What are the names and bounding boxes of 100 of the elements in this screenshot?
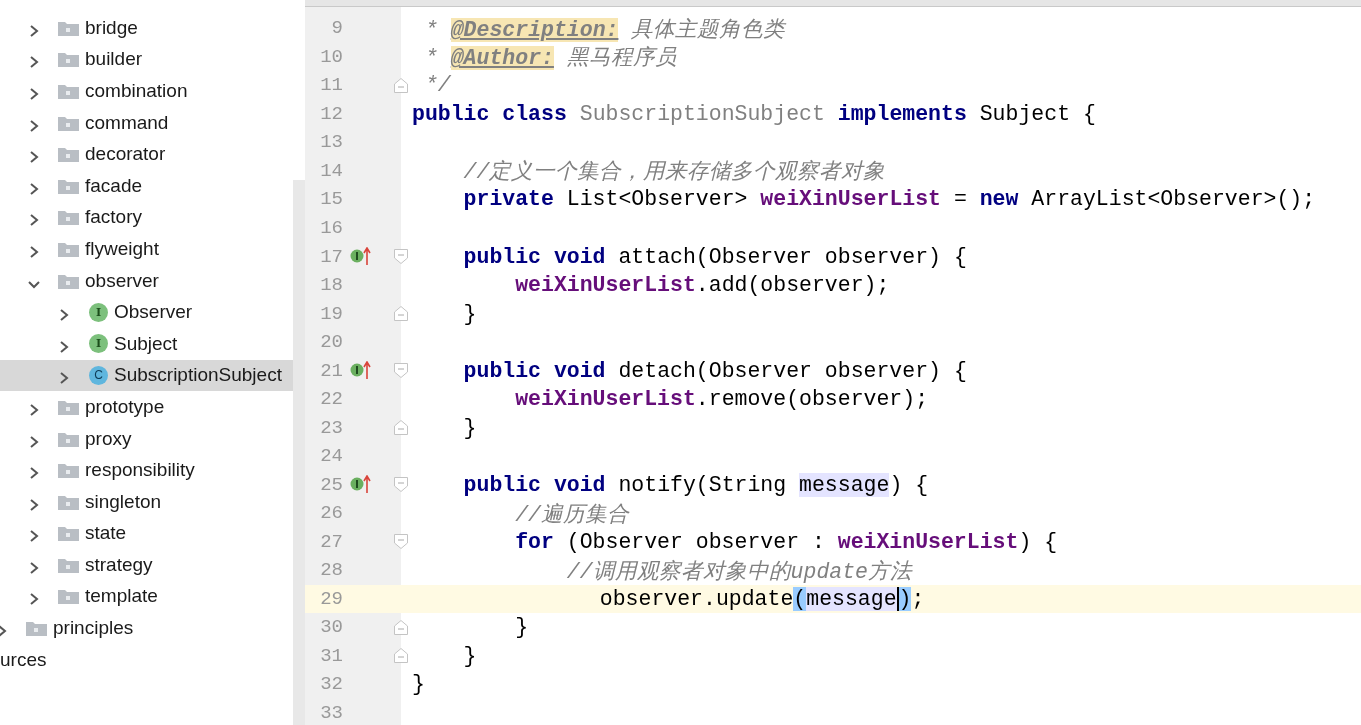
line-number: 28 — [319, 559, 343, 582]
folder-icon — [26, 620, 47, 637]
code-line: //调用观察者对象中的update方法 — [565, 558, 912, 585]
fold-marker-icon — [394, 648, 408, 664]
code-line: public class SubscriptionSubject implements Subject { — [412, 101, 1096, 126]
fold-marker-icon — [394, 619, 408, 635]
expand-chevron-icon — [28, 87, 40, 101]
tree-item[interactable]: C SubscriptionSubject — [0, 359, 293, 392]
expand-chevron-icon — [28, 213, 40, 228]
code-line: //遍历集合 — [514, 501, 629, 528]
code-line: for (Observer observer : weiXinUserList) { — [514, 529, 1058, 554]
fold-marker-icon — [394, 77, 408, 93]
line-number: 29 — [319, 587, 343, 610]
code-line: * @Description: 具体主题角色类 — [423, 16, 786, 43]
code-line: //定义一个集合，用来存储多个观察者对象 — [462, 159, 886, 186]
expand-chevron-icon — [58, 371, 70, 386]
tree-item[interactable]: I Observer — [0, 296, 293, 328]
tree-item[interactable]: facade — [0, 169, 293, 202]
line-number: 19 — [319, 302, 343, 325]
expand-chevron-icon — [0, 624, 8, 639]
tree-item[interactable]: command — [0, 106, 293, 139]
folder-icon — [58, 146, 79, 163]
expand-chevron-icon — [28, 466, 40, 481]
expand-chevron-icon — [28, 402, 40, 417]
tree-item[interactable]: decorator — [0, 138, 293, 170]
line-number: 9 — [330, 17, 343, 40]
implements-marker-icon — [350, 361, 371, 381]
expand-chevron-icon — [28, 181, 40, 196]
line-number: 16 — [319, 217, 343, 239]
expand-chevron-icon — [58, 339, 70, 354]
line-number: 32 — [319, 673, 343, 696]
folder-icon — [58, 462, 79, 479]
line-number: 22 — [319, 388, 343, 411]
expand-chevron-icon — [28, 529, 40, 544]
fold-marker-icon — [394, 363, 408, 379]
tree-item[interactable]: prototype — [0, 391, 293, 423]
folder-icon — [58, 430, 79, 447]
expand-chevron-icon — [28, 434, 40, 449]
tree-item[interactable]: combination — [0, 75, 293, 107]
code-line: } — [462, 415, 477, 440]
line-number: 17 — [319, 245, 343, 268]
line-number: 12 — [319, 102, 343, 125]
class-icon: C — [89, 365, 108, 385]
expand-chevron-icon — [28, 497, 40, 512]
tree-item[interactable]: factory — [0, 201, 293, 234]
line-number: 21 — [319, 359, 343, 382]
interface-icon: I — [89, 302, 108, 322]
expand-chevron-icon — [28, 150, 40, 165]
tree-item[interactable]: I Subject — [0, 327, 293, 360]
expand-chevron-icon — [28, 244, 40, 259]
tree-item[interactable]: proxy — [0, 422, 293, 455]
code-line: private List<Observer> weiXinUserList = new ArrayList<Observer>(); — [462, 187, 1316, 212]
folder-icon — [58, 398, 79, 415]
code-line: public void attach(Observer observer) { — [462, 244, 967, 269]
expand-chevron-icon — [28, 23, 40, 38]
code-line: * @Author: 黑马程序员 — [423, 45, 677, 72]
tree-item[interactable]: template — [0, 580, 293, 613]
tree-item[interactable]: state — [0, 517, 293, 550]
code-line: } — [462, 643, 477, 668]
line-number: 11 — [319, 74, 343, 97]
code-line: */ — [423, 73, 451, 98]
tree-item-label[interactable]: urces — [0, 648, 47, 671]
tree-item[interactable]: observer — [0, 264, 293, 297]
folder-icon — [58, 556, 79, 573]
code-line: observer.update(message); — [598, 586, 925, 611]
folder-icon — [58, 209, 79, 226]
tree-item[interactable]: flyweight — [0, 233, 293, 265]
line-number: 13 — [319, 131, 343, 154]
line-number: 25 — [319, 473, 343, 496]
expand-chevron-icon — [58, 308, 70, 323]
tree-item[interactable]: strategy — [0, 549, 293, 581]
expand-chevron-icon — [28, 55, 40, 70]
fold-marker-icon — [394, 306, 408, 322]
interface-icon: I — [89, 334, 108, 354]
tree-item[interactable]: singleton — [0, 485, 293, 518]
line-number: 10 — [319, 45, 343, 68]
implements-marker-icon — [350, 247, 371, 266]
tree-item[interactable]: bridge — [0, 12, 293, 44]
fold-marker-icon — [394, 477, 408, 493]
line-number: 20 — [319, 331, 343, 354]
expand-chevron-icon — [28, 118, 40, 133]
fold-marker-icon — [394, 534, 408, 550]
line-number: 15 — [319, 188, 343, 211]
folder-icon — [58, 272, 79, 289]
folder-icon — [58, 493, 79, 510]
tree-item[interactable]: responsibility — [0, 454, 293, 486]
folder-icon — [58, 83, 79, 99]
folder-icon — [58, 19, 79, 36]
line-number: 31 — [319, 644, 343, 667]
folder-icon — [58, 177, 79, 194]
tree-item[interactable]: principles — [0, 612, 293, 644]
line-number: 23 — [319, 416, 343, 439]
tree-item[interactable]: builder — [0, 43, 293, 76]
code-line: public void notify(String message) { — [462, 472, 929, 497]
line-number: 30 — [319, 616, 343, 639]
code-line: weiXinUserList.add(observer); — [514, 273, 890, 298]
expand-chevron-icon — [28, 560, 40, 575]
folder-icon — [58, 240, 79, 257]
scrollbar[interactable] — [293, 180, 305, 725]
line-number: 24 — [319, 445, 343, 468]
